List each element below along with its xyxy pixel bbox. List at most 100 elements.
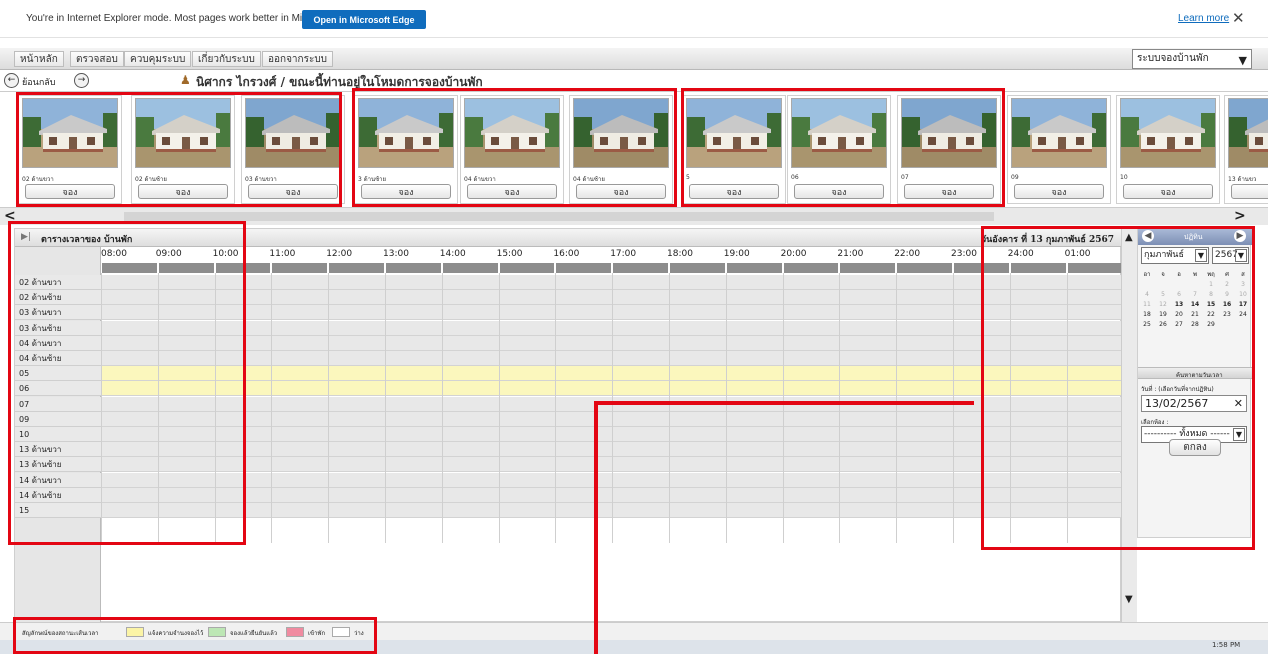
calendar-day[interactable]: 5 (1156, 291, 1170, 298)
taskbar: 1:58 PM (0, 640, 1268, 654)
calendar-panel: ◀ ปฏิทิน ▶ กุมภาพันธ์ ▼ 2567 ▼ อาจอพพฤศส 1 2… (1137, 228, 1252, 538)
calendar-day[interactable]: 14 (1188, 301, 1202, 308)
book-button[interactable]: จอง (138, 184, 228, 199)
hour-bar (783, 263, 839, 273)
scroll-right-icon[interactable]: > (1234, 208, 1246, 224)
house-photo[interactable] (464, 98, 560, 168)
learn-more-link[interactable]: Learn more (1178, 13, 1229, 24)
house-card-label: 02 ด้านซ้าย (135, 176, 167, 183)
year-select[interactable]: 2567 ▼ (1212, 247, 1249, 264)
calendar-day[interactable]: 7 (1188, 291, 1202, 298)
menu-item-check[interactable]: ตรวจสอบ (70, 51, 124, 67)
horizontal-scrollbar[interactable]: < > (0, 207, 1268, 225)
chevron-down-icon: ▼ (1238, 54, 1247, 67)
collapse-icon[interactable]: ▶| (21, 232, 31, 242)
calendar-day[interactable]: 1 (1204, 281, 1218, 288)
calendar-day[interactable]: 24 (1236, 311, 1250, 318)
book-button[interactable]: จอง (1231, 184, 1268, 199)
house-photo[interactable] (791, 98, 887, 168)
calendar-day[interactable]: 2 (1220, 281, 1234, 288)
house-photo[interactable] (135, 98, 231, 168)
calendar-day[interactable]: 12 (1156, 301, 1170, 308)
house-photo[interactable] (1120, 98, 1216, 168)
house-photo[interactable] (901, 98, 997, 168)
calendar-header: ◀ ปฏิทิน ▶ (1138, 229, 1252, 245)
calendar-day[interactable]: 28 (1188, 321, 1202, 328)
calendar-day[interactable]: 29 (1204, 321, 1218, 328)
scroll-up-icon[interactable]: ▲ (1125, 232, 1133, 243)
ok-button[interactable]: ตกลง (1169, 439, 1221, 456)
menu-item-logout[interactable]: ออกจากระบบ (262, 51, 334, 67)
calendar-day[interactable]: 21 (1188, 311, 1202, 318)
back-arrow-icon[interactable]: ← (4, 73, 19, 88)
house-photo[interactable] (22, 98, 118, 168)
calendar-day[interactable]: 3 (1236, 281, 1250, 288)
calendar-day[interactable]: 23 (1220, 311, 1234, 318)
menu-item-about[interactable]: เกี่ยวกับระบบ (192, 51, 261, 67)
calendar-day[interactable]: 16 (1220, 301, 1234, 308)
calendar-day[interactable]: 11 (1140, 301, 1154, 308)
calendar-day[interactable]: 27 (1172, 321, 1186, 328)
hour-bar (556, 263, 612, 273)
house-photo[interactable] (245, 98, 341, 168)
scroll-down-icon[interactable]: ▼ (1125, 594, 1133, 605)
calendar-day[interactable]: 15 (1204, 301, 1218, 308)
calendar-day[interactable]: 9 (1220, 291, 1234, 298)
menu-item-home[interactable]: หน้าหลัก (14, 51, 64, 67)
house-photo[interactable] (573, 98, 669, 168)
book-button[interactable]: จอง (794, 184, 884, 199)
book-button[interactable]: จอง (576, 184, 666, 199)
time-label: 22:00 (894, 249, 921, 259)
book-button[interactable]: จอง (1123, 184, 1213, 199)
prev-month-icon[interactable]: ◀ (1142, 230, 1154, 242)
calendar-day[interactable]: 13 (1172, 301, 1186, 308)
book-button[interactable]: จอง (361, 184, 451, 199)
calendar-day[interactable]: 17 (1236, 301, 1250, 308)
calendar-day[interactable]: 4 (1140, 291, 1154, 298)
scroll-thumb[interactable] (124, 212, 994, 221)
house-photo[interactable] (686, 98, 782, 168)
book-button[interactable]: จอง (248, 184, 338, 199)
calendar-day[interactable]: 18 (1140, 311, 1154, 318)
calendar-day[interactable]: 6 (1172, 291, 1186, 298)
calendar-day[interactable]: 20 (1172, 311, 1186, 318)
hour-gridline (1066, 273, 1068, 543)
hour-bar (329, 263, 384, 273)
book-button[interactable]: จอง (904, 184, 994, 199)
hour-gridline (1009, 273, 1011, 543)
house-card-label: 3 ด้านซ้าย (358, 176, 387, 183)
schedule-row-label: 03 ด้านซ้าย (15, 320, 101, 336)
house-thumbnail-strip: 02 ด้านขวา จอง 02 ด้านซ้าย จอง 03 ด้านขวา จอง… (0, 91, 1268, 207)
time-label: 21:00 (837, 249, 864, 259)
hour-gridline (214, 273, 216, 543)
calendar-day[interactable]: 25 (1140, 321, 1154, 328)
book-button[interactable]: จอง (1014, 184, 1104, 199)
back-label[interactable]: ย้อนกลับ (22, 75, 56, 89)
scroll-left-icon[interactable]: < (4, 208, 16, 224)
calendar-day[interactable]: 19 (1156, 311, 1170, 318)
hour-bar (613, 263, 668, 273)
calendar-day[interactable]: 22 (1204, 311, 1218, 318)
calendar-day[interactable]: 10 (1236, 291, 1250, 298)
menu-item-control[interactable]: ควบคุมระบบ (124, 51, 192, 67)
time-label: 20:00 (780, 249, 807, 259)
house-card-label: 13 ด้านขว (1228, 176, 1257, 183)
book-button[interactable]: จอง (467, 184, 557, 199)
clear-icon[interactable]: ✕ (1234, 396, 1243, 411)
chevron-down-icon: ▼ (1233, 428, 1245, 441)
system-select[interactable]: ระบบจองบ้านพัก ▼ (1132, 49, 1252, 69)
next-month-icon[interactable]: ▶ (1234, 230, 1246, 242)
house-photo[interactable] (1228, 98, 1268, 168)
date-field[interactable]: 13/02/2567 ✕ (1141, 395, 1247, 412)
month-select[interactable]: กุมภาพันธ์ ▼ (1141, 247, 1209, 264)
book-button[interactable]: จอง (25, 184, 115, 199)
house-photo[interactable] (1011, 98, 1107, 168)
forward-arrow-icon[interactable]: → (74, 73, 89, 88)
book-button[interactable]: จอง (689, 184, 779, 199)
vertical-scrollbar[interactable]: ▲ ▼ (1121, 228, 1137, 622)
calendar-day[interactable]: 8 (1204, 291, 1218, 298)
close-icon[interactable]: ✕ (1232, 9, 1245, 27)
house-photo[interactable] (358, 98, 454, 168)
open-in-edge-button[interactable]: Open in Microsoft Edge (302, 10, 426, 29)
calendar-day[interactable]: 26 (1156, 321, 1170, 328)
